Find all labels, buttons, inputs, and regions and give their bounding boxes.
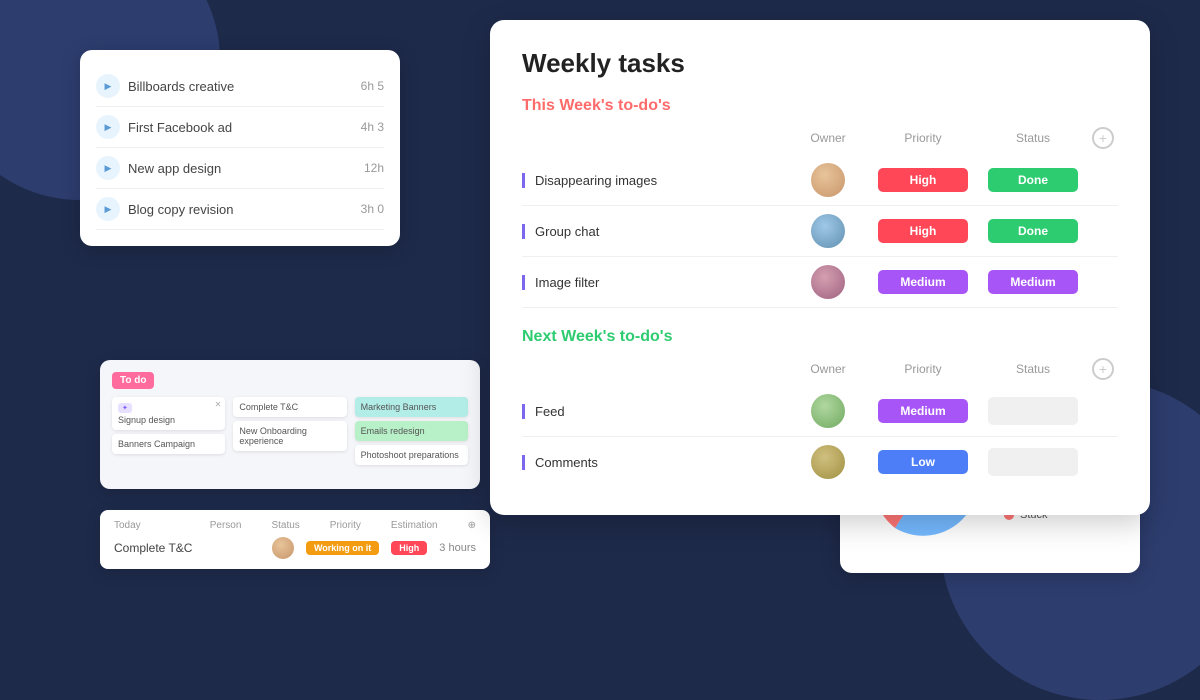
avatar xyxy=(811,394,845,428)
priority-badge: Low xyxy=(878,450,968,474)
task-name-feed: Feed xyxy=(522,404,788,419)
table-row: Feed Medium xyxy=(522,386,1118,437)
table-header-this-week: Owner Priority Status + xyxy=(522,127,1118,155)
col-header-status: Status xyxy=(978,131,1088,145)
col-header-status-2: Status xyxy=(978,362,1088,376)
task-time: 4h 3 xyxy=(361,120,384,134)
kanban-ticket[interactable]: ✦ Signup design ✕ xyxy=(112,397,225,430)
kanban-ticket[interactable]: Complete T&C xyxy=(233,397,346,417)
kanban-column-done: Marketing Banners Emails redesign Photos… xyxy=(355,397,468,477)
kanban-col-title: To do xyxy=(112,372,154,389)
col-header-priority-2: Priority xyxy=(868,362,978,376)
kanban-ticket[interactable]: New Onboarding experience xyxy=(233,421,346,451)
col-status: Status xyxy=(271,520,299,531)
kanban-ticket[interactable]: Marketing Banners xyxy=(355,397,468,417)
avatar xyxy=(811,163,845,197)
today-task-name: Complete T&C xyxy=(114,541,260,555)
estimation-value: 3 hours xyxy=(439,542,476,554)
table-row: Disappearing images High Done xyxy=(522,155,1118,206)
col-header-priority: Priority xyxy=(868,131,978,145)
ticket-name: Emails redesign xyxy=(361,426,462,436)
kanban-column-doing: Complete T&C New Onboarding experience xyxy=(233,397,346,477)
priority-badge: High xyxy=(878,219,968,243)
task-name-comments: Comments xyxy=(522,455,788,470)
ticket-name: Marketing Banners xyxy=(361,402,462,412)
task-name-groupchat: Group chat xyxy=(522,224,788,239)
avatar xyxy=(272,537,294,559)
priority-badge: Medium xyxy=(878,270,968,294)
task-name-disappearing: Disappearing images xyxy=(522,173,788,188)
status-empty xyxy=(988,448,1078,476)
col-person: Person xyxy=(210,520,242,531)
table-row: Group chat High Done xyxy=(522,206,1118,257)
ticket-name: Signup design xyxy=(118,415,219,425)
status-badge: Done xyxy=(988,219,1078,243)
priority-badge: Medium xyxy=(878,399,968,423)
today-row: Complete T&C Working on it High 3 hours xyxy=(114,537,476,559)
avatar xyxy=(811,445,845,479)
task-time: 6h 5 xyxy=(361,79,384,93)
col-header-owner: Owner xyxy=(788,131,868,145)
kanban-ticket[interactable]: Emails redesign xyxy=(355,421,468,441)
priority-badge: High xyxy=(878,168,968,192)
task-time: 3h 0 xyxy=(361,202,384,216)
status-empty xyxy=(988,397,1078,425)
ticket-name: Banners Campaign xyxy=(118,439,219,449)
task-name-imagefilter: Image filter xyxy=(522,275,788,290)
add-next-task-button[interactable]: + xyxy=(1092,358,1114,380)
page-title: Weekly tasks xyxy=(522,48,1118,79)
list-item: ▶ Billboards creative 6h 5 xyxy=(96,66,384,107)
ticket-name: Photoshoot preparations xyxy=(361,450,462,460)
table-row: Image filter Medium Medium xyxy=(522,257,1118,308)
weekly-tasks-card: Weekly tasks This Week's to-do's Owner P… xyxy=(490,20,1150,515)
col-priority: Priority xyxy=(330,520,361,531)
play-icon[interactable]: ▶ xyxy=(96,156,120,180)
table-row: Comments Low xyxy=(522,437,1118,487)
kanban-column-todo: ✦ Signup design ✕ Banners Campaign xyxy=(112,397,225,477)
task-name: Blog copy revision xyxy=(128,202,234,217)
ticket-name: New Onboarding experience xyxy=(239,426,340,446)
today-label: Today xyxy=(114,520,141,531)
avatar xyxy=(811,265,845,299)
play-icon[interactable]: ▶ xyxy=(96,74,120,98)
avatar xyxy=(811,214,845,248)
status-badge: Medium xyxy=(988,270,1078,294)
list-item: ▶ Blog copy revision 3h 0 xyxy=(96,189,384,230)
priority-badge: High xyxy=(391,541,427,555)
task-name: Billboards creative xyxy=(128,79,234,94)
play-icon[interactable]: ▶ xyxy=(96,197,120,221)
plus-icon[interactable]: ⊕ xyxy=(468,520,476,531)
kanban-ticket[interactable]: Banners Campaign xyxy=(112,434,225,454)
task-name: First Facebook ad xyxy=(128,120,232,135)
today-card: Today Person Status Priority Estimation … xyxy=(100,510,490,569)
ticket-name: Complete T&C xyxy=(239,402,340,412)
col-header-owner-2: Owner xyxy=(788,362,868,376)
kanban-card: To do ✦ Signup design ✕ Banners Campaign… xyxy=(100,360,480,489)
this-week-section-title: This Week's to-do's xyxy=(522,97,1118,115)
play-icon[interactable]: ▶ xyxy=(96,115,120,139)
col-estimation: Estimation xyxy=(391,520,438,531)
table-header-next-week: Owner Priority Status + xyxy=(522,358,1118,386)
task-name: New app design xyxy=(128,161,221,176)
next-week-section-title: Next Week's to-do's xyxy=(522,328,1118,346)
list-item: ▶ New app design 12h xyxy=(96,148,384,189)
kanban-ticket[interactable]: Photoshoot preparations xyxy=(355,445,468,465)
status-badge: Working on it xyxy=(306,541,379,555)
status-badge: Done xyxy=(988,168,1078,192)
task-time: 12h xyxy=(364,161,384,175)
list-item: ▶ First Facebook ad 4h 3 xyxy=(96,107,384,148)
task-list-card: ▶ Billboards creative 6h 5 ▶ First Faceb… xyxy=(80,50,400,246)
add-task-button[interactable]: + xyxy=(1092,127,1114,149)
